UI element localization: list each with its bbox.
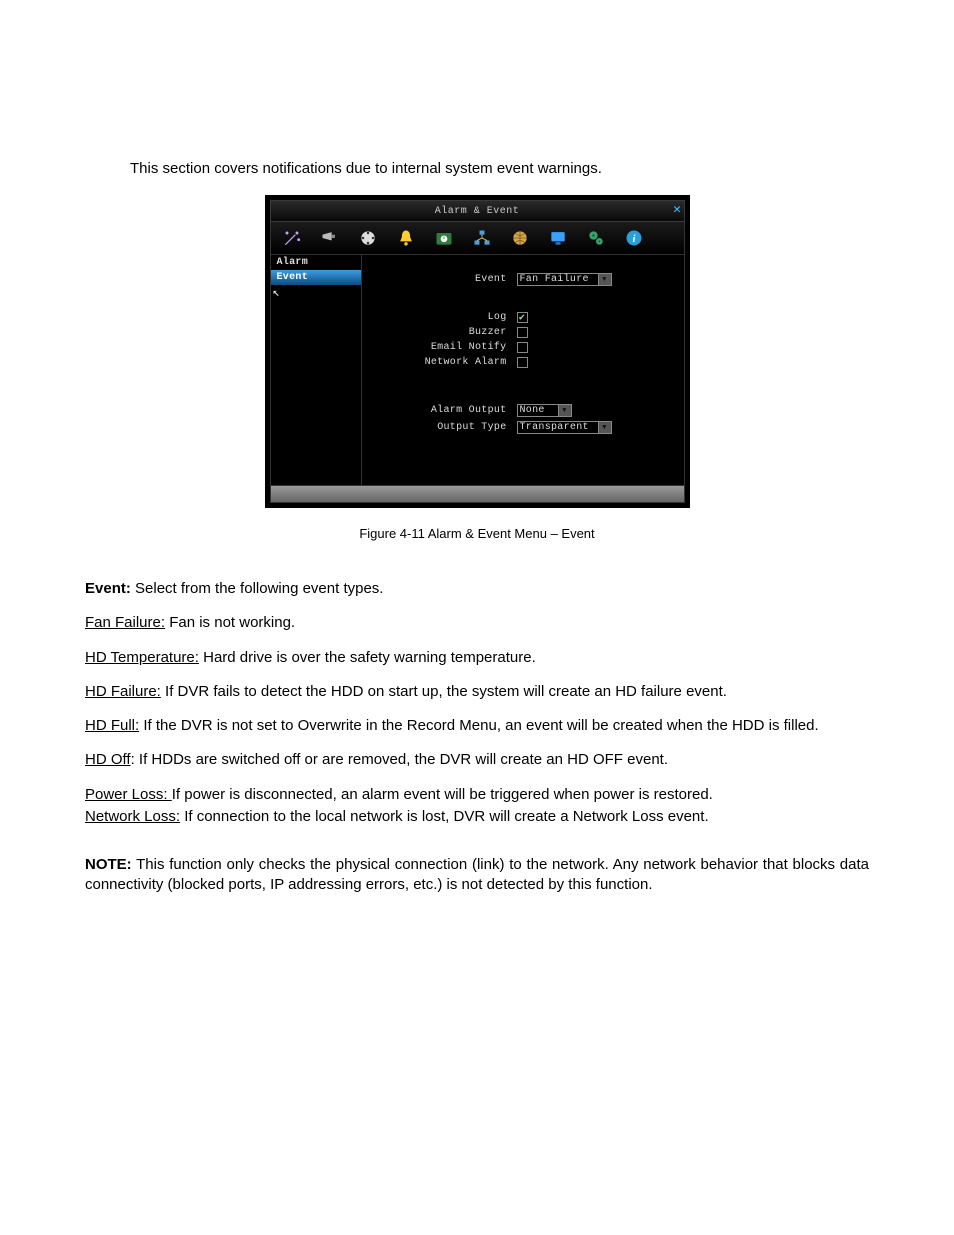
note-lead: NOTE: — [85, 856, 132, 873]
email-label: Email Notify — [372, 342, 507, 353]
globe-icon[interactable] — [509, 227, 531, 249]
wand-icon[interactable] — [281, 227, 303, 249]
output-type-label: Output Type — [372, 422, 507, 433]
alarm-output-label: Alarm Output — [372, 405, 507, 416]
toolbar: i — [270, 222, 685, 255]
event-def-lead: Event: — [85, 580, 131, 597]
sidebar-item-event[interactable]: Event — [271, 270, 361, 285]
fan-failure-term: Fan Failure: — [85, 614, 165, 631]
power-loss-term: Power Loss: — [85, 786, 172, 803]
figure-caption: Figure 4-11 Alarm & Event Menu – Event — [85, 526, 869, 541]
chevron-down-icon: ▼ — [598, 422, 611, 433]
alarm-event-screenshot: Alarm & Event ✕ i Alarm Event ↖ Event — [265, 195, 690, 508]
event-select-value: Fan Failure — [520, 274, 589, 285]
hd-failure-text: If DVR fails to detect the HDD on start … — [161, 683, 727, 700]
hd-off-text: : If HDDs are switched off or are remove… — [131, 751, 668, 768]
window-titlebar: Alarm & Event ✕ — [270, 200, 685, 222]
cursor-icon: ↖ — [273, 285, 281, 300]
status-bar — [270, 486, 685, 503]
close-icon[interactable]: ✕ — [673, 202, 681, 217]
network-loss-text: If connection to the local network is lo… — [180, 808, 709, 825]
event-form: Event Fan Failure ▼ Log ✔ Buzzer Email N — [362, 255, 684, 485]
network-alarm-checkbox[interactable] — [517, 357, 528, 368]
hd-temp-text: Hard drive is over the safety warning te… — [199, 649, 536, 666]
fan-failure-text: Fan is not working. — [165, 614, 295, 631]
hd-temp-term: HD Temperature: — [85, 649, 199, 666]
log-label: Log — [372, 312, 507, 323]
buzzer-label: Buzzer — [372, 327, 507, 338]
power-loss-text: If power is disconnected, an alarm event… — [172, 786, 713, 803]
section-intro: This section covers notifications due to… — [130, 160, 869, 177]
chevron-down-icon: ▼ — [558, 405, 571, 416]
hd-off-term: HD Off — [85, 751, 131, 768]
event-def-rest: Select from the following event types. — [131, 580, 384, 597]
reel-icon[interactable] — [357, 227, 379, 249]
bell-icon[interactable] — [395, 227, 417, 249]
output-type-value: Transparent — [520, 422, 589, 433]
network-icon[interactable] — [471, 227, 493, 249]
output-type-select[interactable]: Transparent ▼ — [517, 421, 612, 434]
svg-text:i: i — [632, 233, 635, 245]
monitor-icon[interactable] — [547, 227, 569, 249]
window-title: Alarm & Event — [271, 206, 684, 217]
hd-failure-term: HD Failure: — [85, 683, 161, 700]
alarm-output-select[interactable]: None ▼ — [517, 404, 572, 417]
clock-icon[interactable] — [433, 227, 455, 249]
info-icon[interactable]: i — [623, 227, 645, 249]
hd-full-term: HD Full: — [85, 717, 139, 734]
sidebar-item-alarm[interactable]: Alarm — [271, 255, 361, 270]
chevron-down-icon: ▼ — [598, 274, 611, 285]
hd-full-text: If the DVR is not set to Overwrite in th… — [139, 717, 818, 734]
buzzer-checkbox[interactable] — [517, 327, 528, 338]
camera-icon[interactable] — [319, 227, 341, 249]
event-select[interactable]: Fan Failure ▼ — [517, 273, 612, 286]
event-label: Event — [372, 274, 507, 285]
note-text: This function only checks the physical c… — [85, 856, 869, 893]
network-loss-term: Network Loss: — [85, 808, 180, 825]
email-notify-checkbox[interactable] — [517, 342, 528, 353]
network-alarm-label: Network Alarm — [372, 357, 507, 368]
gear-icon[interactable] — [585, 227, 607, 249]
definitions-text: Event: Select from the following event t… — [85, 579, 869, 896]
alarm-output-value: None — [520, 405, 545, 416]
log-checkbox[interactable]: ✔ — [517, 312, 528, 323]
sidebar: Alarm Event ↖ — [271, 255, 362, 485]
